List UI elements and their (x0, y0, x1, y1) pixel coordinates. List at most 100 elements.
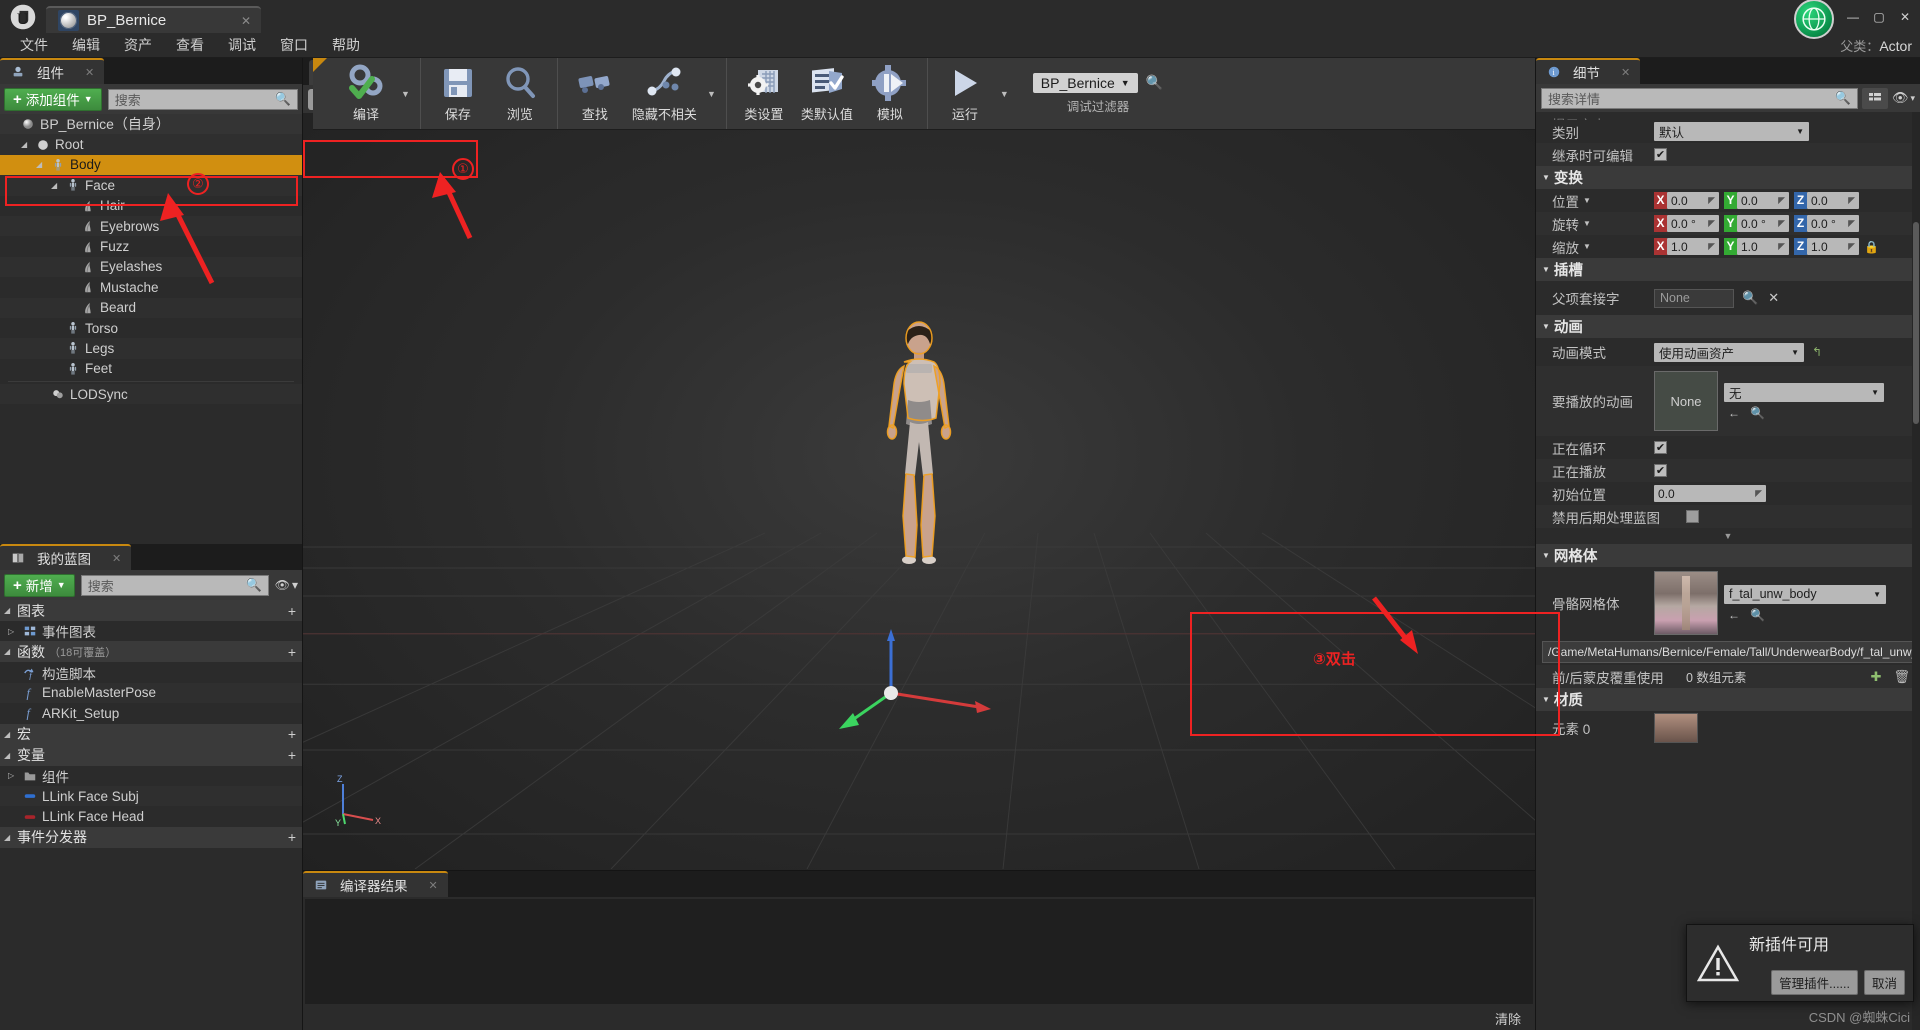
component-tree-row[interactable]: ◦ Feet (0, 359, 302, 379)
模拟-button[interactable]: 模拟 (859, 58, 921, 129)
menu-window[interactable]: 窗口 (268, 33, 320, 58)
expand-arrow-icon[interactable]: ▷ (8, 771, 21, 780)
magnifier-icon[interactable]: 🔍 (1750, 608, 1765, 622)
maximize-button[interactable]: ▢ (1866, 6, 1892, 28)
my-blueprint-search-input[interactable]: 搜索 🔍 (80, 574, 269, 596)
component-tree-row[interactable]: ◦ Mustache (0, 277, 302, 297)
details-search-input[interactable]: 搜索详情 🔍 (1541, 87, 1858, 109)
manage-plugins-button[interactable]: 管理插件...... (1771, 970, 1858, 995)
menu-edit[interactable]: 编辑 (60, 33, 112, 58)
close-icon[interactable]: ✕ (429, 879, 438, 892)
animation-expand-more[interactable]: ▼ (1536, 528, 1920, 544)
debug-search-icon[interactable]: 🔍 (1146, 74, 1163, 91)
expand-arrow-icon[interactable]: ◢ (4, 606, 17, 615)
chevron-down-icon[interactable]: ▼ (397, 58, 414, 129)
chevron-down-icon[interactable]: ▼ (1583, 242, 1591, 251)
component-tree-row[interactable]: ◢ Face (0, 175, 302, 196)
component-tree-row[interactable]: ◦ Torso (0, 318, 302, 338)
component-tree-row[interactable]: ◢ Body (0, 154, 302, 176)
保存-button[interactable]: 保存 (427, 58, 489, 129)
运行-button[interactable]: 运行 (934, 58, 996, 129)
close-icon[interactable]: ✕ (85, 66, 94, 79)
disable-postprocess-checkbox[interactable] (1686, 510, 1699, 523)
location-y[interactable]: Y 0.0 ◤ (1724, 192, 1789, 209)
material-thumbnail[interactable] (1654, 713, 1698, 743)
visibility-options-button[interactable]: 👁 ▾ (275, 578, 298, 592)
plugin-notification-popup[interactable]: 新插件可用 管理插件...... 取消 (1686, 924, 1914, 1002)
details-category-animation[interactable]: ▼ 动画 (1536, 315, 1920, 338)
my-blueprint-list-item[interactable]: ◦ f ARKit_Setup (0, 703, 302, 723)
section-add-button[interactable]: + (288, 829, 296, 845)
my-blueprint-list-item[interactable]: ◦ f EnableMasterPose (0, 682, 302, 704)
debug-filter-select[interactable]: BP_Bernice ▼ (1032, 72, 1138, 93)
tab-my-blueprint[interactable]: 我的蓝图 ✕ (0, 544, 132, 570)
category-select[interactable]: 默认 ▼ (1654, 122, 1809, 141)
浏览-button[interactable]: 浏览 (489, 58, 551, 129)
my-blueprint-list-item[interactable]: ▷ 组件 (0, 766, 302, 786)
close-icon[interactable]: ✕ (1621, 66, 1630, 79)
menu-view[interactable]: 查看 (164, 33, 216, 58)
anim-thumbnail[interactable]: None (1654, 371, 1718, 431)
initial-position-field[interactable]: 0.0 ◤ (1654, 485, 1766, 502)
menu-help[interactable]: 帮助 (320, 33, 372, 58)
details-scroll-area[interactable]: 提示文本 类别 默认 ▼ 继承时可编辑 ✔ ▼ 变换 (1536, 112, 1920, 1030)
chevron-down-icon[interactable]: ▼ (996, 58, 1013, 129)
expand-arrow-icon[interactable]: ◢ (51, 181, 64, 190)
类设置-button[interactable]: 类设置 (733, 58, 795, 129)
component-tree-row[interactable]: ◦ Legs (0, 338, 302, 359)
component-tree-row[interactable]: ◦ Eyebrows (0, 215, 302, 237)
rotation-z[interactable]: Z 0.0 ° ◤ (1794, 215, 1859, 232)
search-icon[interactable]: 🔍 (1742, 290, 1758, 306)
component-tree-row[interactable]: ◦ LODSync (0, 384, 302, 405)
location-z[interactable]: Z 0.0 ◤ (1794, 192, 1859, 209)
looping-checkbox[interactable]: ✔ (1654, 441, 1667, 454)
transform-gizmo[interactable] (829, 621, 1009, 741)
查找-button[interactable]: 查找 (564, 58, 626, 129)
menu-file[interactable]: 文件 (8, 33, 60, 58)
animation-mode-select[interactable]: 使用动画资产 ▼ (1654, 342, 1804, 362)
details-view-options-button[interactable]: 👁 ▾ (1892, 90, 1915, 106)
rotation-x[interactable]: X 0.0 ° ◤ (1654, 215, 1719, 232)
类默认值-button[interactable]: 类默认值 (795, 58, 859, 129)
skeletal-mesh-select[interactable]: f_tal_unw_body ▼ (1724, 584, 1886, 604)
details-category-transform[interactable]: ▼ 变换 (1536, 166, 1920, 189)
add-component-button[interactable]: + 添加组件 ▼ (4, 87, 102, 111)
expand-arrow-icon[interactable]: ◢ (4, 730, 17, 739)
my-blueprint-section-header[interactable]: ◢ 函数 （18可覆盖） + (0, 641, 302, 663)
details-category-mesh[interactable]: ▼ 网格体 (1536, 544, 1920, 567)
scale-x[interactable]: X 1.0 ◤ (1654, 238, 1719, 255)
location-x[interactable]: X 0.0 ◤ (1654, 192, 1719, 209)
component-tree-row[interactable]: ◦ BP_Bernice（自身） (0, 114, 302, 135)
chevron-down-icon[interactable]: ▼ (1583, 219, 1591, 228)
scale-y[interactable]: Y 1.0 ◤ (1724, 238, 1789, 255)
cancel-button[interactable]: 取消 (1863, 970, 1905, 995)
anim-asset-select[interactable]: 无 ▼ (1724, 382, 1884, 402)
document-tab[interactable]: BP_Bernice ✕ (46, 6, 261, 33)
expand-arrow-icon[interactable]: ◢ (4, 751, 17, 760)
minimize-button[interactable]: — (1840, 6, 1866, 28)
my-blueprint-list[interactable]: ◢图表+▷事件图表◢函数（18可覆盖）+◦f构造脚本◦fEnableMaster… (0, 600, 302, 1030)
expand-arrow-icon[interactable]: ▷ (8, 627, 21, 636)
expand-arrow-icon[interactable]: ◢ (4, 833, 17, 842)
compiler-results-body[interactable] (305, 899, 1533, 1004)
clear-button[interactable]: 清除 (1495, 1009, 1521, 1028)
section-add-button[interactable]: + (288, 644, 296, 660)
component-tree[interactable]: ◦ BP_Bernice（自身） ◢ Root ◢ Body ◢ Face ◦ Hair ◦ Eyeb… (0, 114, 302, 544)
menu-asset[interactable]: 资产 (112, 33, 164, 58)
expand-arrow-icon[interactable]: ◢ (36, 160, 49, 169)
playing-checkbox[interactable]: ✔ (1654, 464, 1667, 477)
skeletal-mesh-thumbnail[interactable] (1654, 571, 1718, 635)
my-blueprint-section-header[interactable]: ◢ 图表 + (0, 600, 302, 621)
tab-compiler-results[interactable]: 编译器结果 ✕ (303, 871, 448, 897)
component-tree-row[interactable]: ◦ Eyelashes (0, 256, 302, 278)
component-tree-row[interactable]: ◢ Root (0, 134, 302, 155)
my-blueprint-section-header[interactable]: ◢ 事件分发器 + (0, 826, 302, 848)
chevron-down-icon[interactable]: ▼ (1583, 196, 1591, 205)
my-blueprint-list-item[interactable]: ▷ 事件图表 (0, 621, 302, 641)
my-blueprint-list-item[interactable]: ◦ LLink Face Subj (0, 785, 302, 807)
隐藏不相关-button[interactable]: 隐藏不相关 (626, 58, 703, 129)
skeletal-mesh-path[interactable]: /Game/MetaHumans/Bernice/Female/Tall/Und… (1542, 641, 1914, 663)
close-icon[interactable]: ✕ (112, 552, 121, 565)
section-add-button[interactable]: + (288, 747, 296, 763)
trash-icon[interactable]: 🗑 (1893, 669, 1910, 685)
